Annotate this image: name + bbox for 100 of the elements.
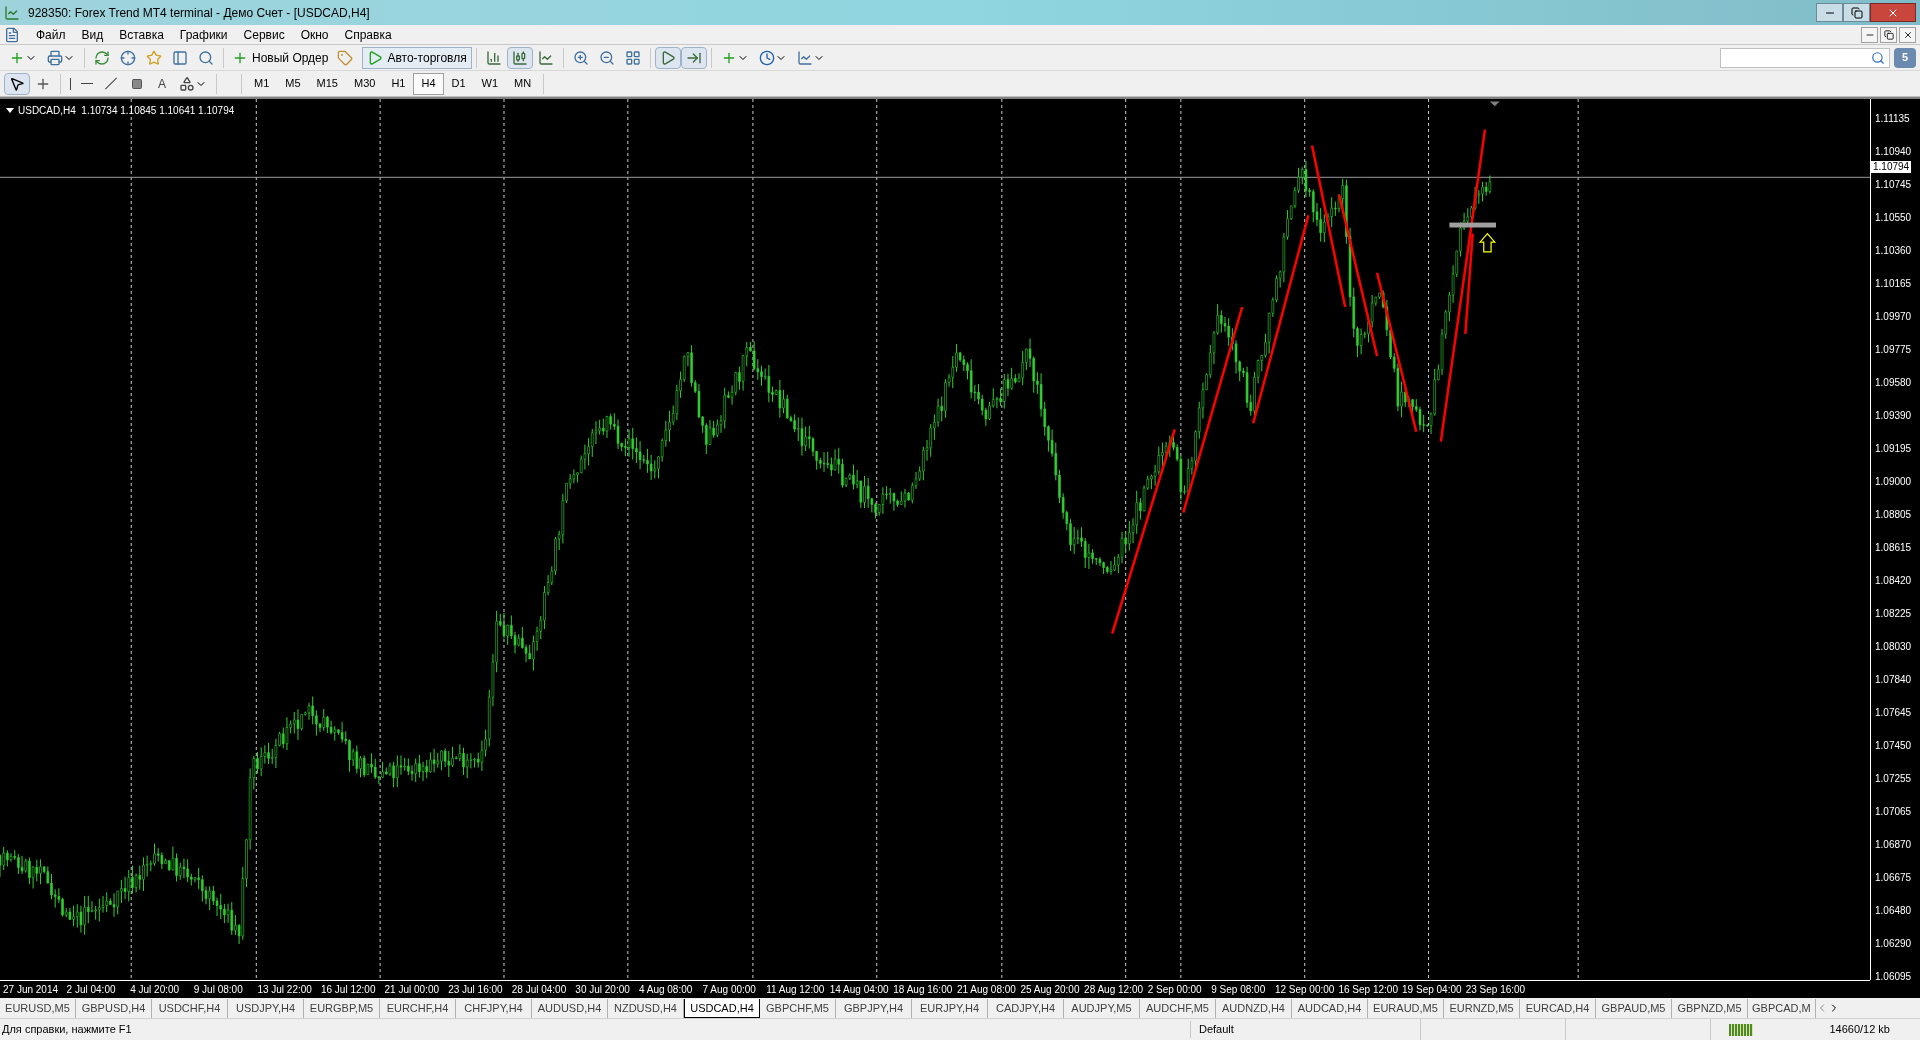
timeframe-button[interactable]: D1 [443,72,474,95]
dropdown-triangle-icon [6,108,14,113]
candlestick-icon [511,49,528,66]
menu-item[interactable]: Вид [73,25,112,44]
search-field[interactable] [1720,47,1890,68]
vertical-line-icon [70,77,71,90]
time-label: 14 Aug 04:00 [828,983,890,997]
price-label: 1.09970 [1875,310,1912,323]
price-label: 1.10360 [1875,244,1912,257]
symbol-tab[interactable]: USDCHF,H4 [152,999,228,1018]
level-marker [1449,222,1496,228]
price-label: 1.11135 [1875,112,1910,125]
crosshair-icon [120,49,136,66]
menu-item[interactable]: Сервис [235,25,293,44]
price-label: 1.09775 [1875,343,1912,356]
timeframe-button[interactable]: H4 [413,72,444,95]
horizontal-line-icon [81,83,93,84]
price-label: 1.06095 [1875,971,1912,984]
symbol-tab[interactable]: EURCHF,H4 [380,999,456,1018]
symbol-tab[interactable]: EURJPY,H4 [912,999,988,1018]
close-icon [1902,29,1913,40]
status-help-text: Для справки, нажмите F1 [1,1022,133,1038]
time-label: 28 Jul 04:00 [510,983,568,997]
symbol-tab[interactable]: AUDJPY,M5 [1064,999,1140,1018]
price-label: 1.07645 [1875,706,1912,719]
chart-shift-button[interactable] [654,46,681,69]
maximize-button[interactable] [1843,3,1870,22]
symbol-tab[interactable]: GBPAUD,M5 [1596,999,1672,1018]
symbol-tab[interactable]: GBPJPY,H4 [836,999,912,1018]
refresh-icon [94,49,110,66]
autoscroll-button[interactable] [680,46,707,69]
symbol-tab[interactable]: EURNZD,M5 [1444,999,1520,1018]
document-icon [4,26,20,43]
price-label: 1.07840 [1875,673,1912,686]
new-order-button[interactable]: Новый Ордер [228,46,333,69]
play-icon [367,49,384,66]
time-label: 9 Sep 08:00 [1210,983,1267,997]
timeframe-button[interactable]: H1 [383,72,414,95]
symbol-tab[interactable]: AUDUSD,H4 [532,999,608,1018]
symbol-tab[interactable]: USDCAD,H4 [684,999,760,1018]
search-icon [198,49,214,66]
timeframe-button[interactable]: M15 [308,72,346,95]
menu-item[interactable]: Вставка [111,25,172,44]
symbol-tab[interactable]: EURUSD,M5 [0,999,76,1018]
menu-item[interactable]: Файл [28,25,74,44]
arrow-up-icon [1478,232,1497,253]
symbol-tab[interactable]: EURGBP,M5 [304,999,380,1018]
chat-icon[interactable]: 5 [1894,47,1916,68]
rectangle-icon [129,77,145,90]
symbol-tab[interactable]: GBPUSD,H4 [76,999,152,1018]
menu-item[interactable]: Графики [171,25,236,44]
symbol-tab[interactable]: AUDCAD,H4 [1292,999,1368,1018]
zoom-in-icon [572,49,589,66]
price-label: 1.06870 [1875,839,1912,851]
price-label: 1.09390 [1875,409,1912,422]
maximize-icon [1850,6,1863,19]
symbol-tab[interactable]: CHFJPY,H4 [456,999,532,1018]
timeframe-button[interactable]: M1 [246,72,278,95]
symbol-tab[interactable]: GBPNZD,M5 [1672,999,1748,1018]
price-label: 1.09580 [1875,376,1912,389]
timeframe-button[interactable]: W1 [473,72,507,95]
timeframe-button[interactable]: M30 [346,72,384,95]
connection-bars-icon [1728,1023,1753,1036]
candlestick-button[interactable] [506,46,533,69]
chart-header: USDCAD,H4 1.10734 1.10845 1.10641 1.10794 [18,104,235,118]
price-label: 1.06480 [1875,905,1912,918]
shapes-icon [179,75,195,92]
symbol-tab[interactable]: AUDNZD,H4 [1216,999,1292,1018]
menu-item[interactable]: Справка [336,25,400,44]
time-label: 4 Aug 08:00 [637,983,694,997]
time-label: 25 Aug 20:00 [1019,983,1081,997]
status-traffic: 14660/12 kb [1829,1022,1891,1038]
auto-trading-button[interactable]: Авто-торговля [362,46,472,69]
symbol-tab[interactable]: GBPCAD,M [1748,999,1816,1018]
status-profile: Default [1190,1021,1420,1038]
price-label: 1.10165 [1875,277,1912,290]
close-button[interactable] [1899,26,1916,43]
panel-icon [172,49,188,66]
time-label: 19 Sep 04:00 [1401,983,1463,997]
time-label: 23 Sep 16:00 [1464,983,1527,997]
symbol-tab[interactable]: USDJPY,H4 [228,999,304,1018]
timeframe-button[interactable]: MN [506,72,540,95]
symbol-tab[interactable]: AUDCHF,M5 [1140,999,1216,1018]
minimize-button[interactable] [1816,3,1843,22]
time-label: 2 Jul 04:00 [65,983,117,997]
symbol-tab[interactable]: CADJPY,H4 [988,999,1064,1018]
symbol-tab[interactable]: GBPCHF,M5 [760,999,836,1018]
restore-button[interactable] [1880,26,1897,43]
menu-item[interactable]: Окно [292,25,337,44]
text-tool-button[interactable]: A [150,72,174,95]
zoom-out-icon [598,49,615,66]
price-label: 1.10550 [1875,211,1912,224]
price-label: 1.06290 [1875,938,1912,951]
symbol-tab[interactable]: EURCAD,H4 [1520,999,1596,1018]
time-label: 18 Aug 16:00 [892,983,954,997]
cursor-button[interactable] [4,72,30,95]
time-label: 4 Jul 20:00 [129,983,181,997]
bar-chart-icon [485,49,502,66]
timeframe-button[interactable]: M5 [277,72,309,95]
symbol-tab[interactable]: EURAUD,M5 [1368,999,1444,1018]
